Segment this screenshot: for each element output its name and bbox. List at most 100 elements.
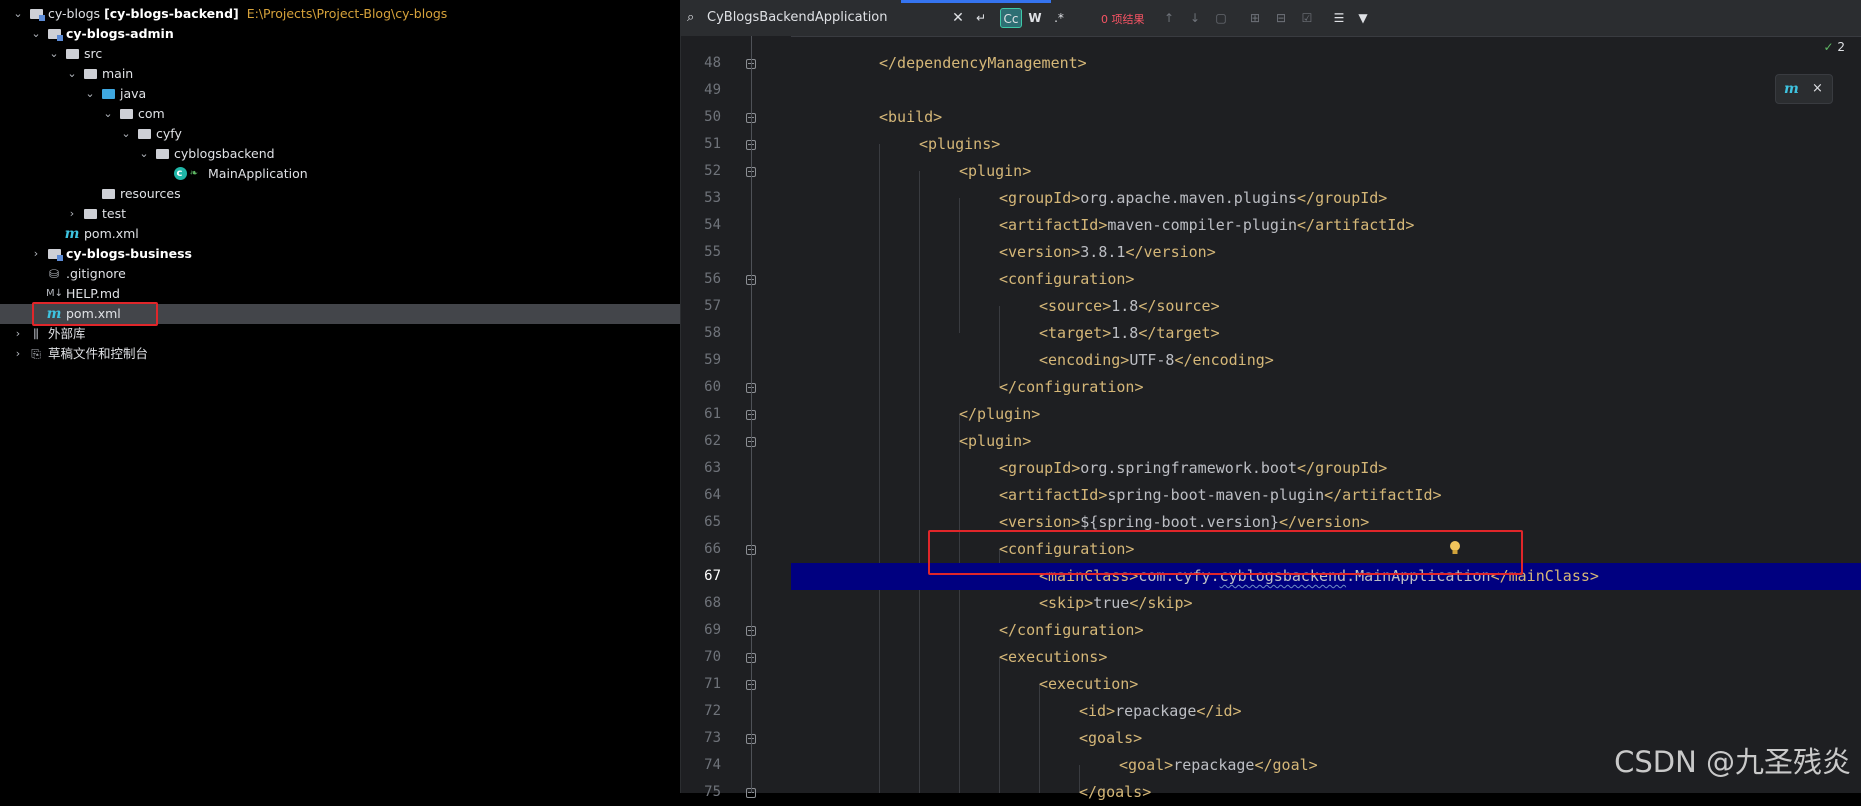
- tree-node-resources[interactable]: resources: [0, 184, 680, 204]
- match-case-button[interactable]: Cc: [1000, 8, 1022, 28]
- tree-node-main-application[interactable]: ❧ MainApplication: [0, 164, 680, 184]
- filter-lines-icon[interactable]: ☰: [1329, 8, 1349, 28]
- filter-icon[interactable]: ▼: [1353, 8, 1373, 28]
- code-line[interactable]: <build>: [791, 104, 1861, 131]
- tree-node-com[interactable]: ⌄ com: [0, 104, 680, 124]
- line-number: 67: [704, 568, 721, 584]
- tree-node-java[interactable]: ⌄ java: [0, 84, 680, 104]
- line-number: 72: [704, 703, 721, 719]
- tree-node-cyfy[interactable]: ⌄ cyfy: [0, 124, 680, 144]
- line-number: 71: [704, 676, 721, 692]
- code-line[interactable]: <artifactId>maven-compiler-plugin</artif…: [791, 212, 1861, 239]
- new-line-icon[interactable]: ↵: [971, 8, 991, 28]
- code-line[interactable]: <source>1.8</source>: [791, 293, 1861, 320]
- java-label: java: [120, 86, 147, 101]
- tree-node-src[interactable]: ⌄ src: [0, 44, 680, 64]
- line-number: 58: [704, 325, 721, 341]
- chevron-down-icon[interactable]: ⌄: [102, 104, 114, 124]
- code-line[interactable]: </configuration>: [791, 617, 1861, 644]
- src-label: src: [84, 46, 103, 61]
- code-line[interactable]: <groupId>org.apache.maven.plugins</group…: [791, 185, 1861, 212]
- select-all-occurrences-icon[interactable]: ▢: [1211, 8, 1231, 28]
- chevron-down-icon[interactable]: ⌄: [120, 124, 132, 144]
- chevron-right-icon[interactable]: ›: [12, 344, 24, 364]
- code-line[interactable]: <target>1.8</target>: [791, 320, 1861, 347]
- code-line[interactable]: </dependencyManagement>: [791, 50, 1861, 77]
- code-line[interactable]: <groupId>org.springframework.boot</group…: [791, 455, 1861, 482]
- code-line[interactable]: <version>3.8.1</version>: [791, 239, 1861, 266]
- business-module-label: cy-blogs-business: [66, 246, 192, 261]
- whole-words-button[interactable]: W: [1025, 8, 1045, 28]
- external-libraries-label: 外部库: [48, 326, 86, 341]
- chevron-right-icon[interactable]: ›: [12, 324, 24, 344]
- maven-reload-popup[interactable]: m ×: [1775, 74, 1833, 104]
- add-occurrence-icon[interactable]: ⊞: [1245, 8, 1265, 28]
- chevron-down-icon[interactable]: ⌄: [48, 44, 60, 64]
- line-number: 54: [704, 217, 721, 233]
- select-occurrences-icon[interactable]: ☑: [1297, 8, 1317, 28]
- code-line[interactable]: <plugins>: [791, 131, 1861, 158]
- line-number: 53: [704, 190, 721, 206]
- code-line[interactable]: [791, 77, 1861, 104]
- close-popup-icon[interactable]: ×: [1812, 75, 1823, 103]
- code-line[interactable]: <encoding>UTF-8</encoding>: [791, 347, 1861, 374]
- code-line[interactable]: <skip>true</skip>: [791, 590, 1861, 617]
- chevron-down-icon[interactable]: ⌄: [66, 64, 78, 84]
- tree-node-external-libraries[interactable]: › ⫼ 外部库: [0, 324, 680, 344]
- search-icon: ⌕: [687, 10, 695, 25]
- code-area[interactable]: </dependencyManagement> <build> <plugins> <…: [791, 36, 1861, 801]
- previous-occurrence-icon[interactable]: ↑: [1159, 8, 1179, 28]
- maven-reload-icon[interactable]: m: [1784, 75, 1799, 103]
- regex-button[interactable]: .*: [1049, 8, 1069, 28]
- com-label: com: [138, 106, 165, 121]
- code-line[interactable]: <configuration>: [791, 266, 1861, 293]
- tree-node-root[interactable]: ⌄ cy-blogs [cy-blogs-backend] E:\Projects…: [0, 4, 680, 24]
- line-number: 57: [704, 298, 721, 314]
- chevron-down-icon[interactable]: ⌄: [12, 4, 24, 24]
- tree-node-admin-module[interactable]: ⌄ cy-blogs-admin: [0, 24, 680, 44]
- line-number: 63: [704, 460, 721, 476]
- code-line[interactable]: <executions>: [791, 644, 1861, 671]
- remove-occurrence-icon[interactable]: ⊟: [1271, 8, 1291, 28]
- folder-icon: [64, 44, 80, 64]
- search-tab-indicator: [901, 0, 1051, 3]
- code-line[interactable]: <plugin>: [791, 428, 1861, 455]
- help-md-label: HELP.md: [66, 286, 120, 301]
- search-bar: ⌕ CyBlogsBackendApplication ✕ ↵ Cc W .* …: [681, 0, 1861, 37]
- tree-node-main[interactable]: ⌄ main: [0, 64, 680, 84]
- code-line[interactable]: </plugin>: [791, 401, 1861, 428]
- tree-node-admin-pom[interactable]: m pom.xml: [0, 224, 680, 244]
- chevron-down-icon[interactable]: ⌄: [30, 24, 42, 44]
- code-line[interactable]: <artifactId>spring-boot-maven-plugin</ar…: [791, 482, 1861, 509]
- inspection-widget[interactable]: ✓ 2: [1823, 40, 1845, 54]
- code-line[interactable]: </configuration>: [791, 374, 1861, 401]
- code-line[interactable]: <execution>: [791, 671, 1861, 698]
- watermark: CSDN @九圣残炎: [1614, 745, 1851, 779]
- tree-node-cyblogsbackend[interactable]: ⌄ cyblogsbackend: [0, 144, 680, 164]
- tree-node-business-module[interactable]: › cy-blogs-business: [0, 244, 680, 264]
- root-module-name: [cy-blogs-backend]: [104, 6, 239, 21]
- next-occurrence-icon[interactable]: ↓: [1185, 8, 1205, 28]
- gitignore-icon: ⛁: [48, 267, 60, 281]
- tree-node-help-md[interactable]: M↓ HELP.md: [0, 284, 680, 304]
- line-number: 49: [704, 82, 721, 98]
- chevron-right-icon[interactable]: ›: [30, 244, 42, 264]
- tree-node-scratches[interactable]: › ⎘ 草稿文件和控制台: [0, 344, 680, 364]
- chevron-down-icon[interactable]: ⌄: [138, 144, 150, 164]
- inspection-count: 2: [1837, 40, 1845, 54]
- code-line[interactable]: <plugin>: [791, 158, 1861, 185]
- main-label: main: [102, 66, 134, 81]
- search-input[interactable]: CyBlogsBackendApplication: [707, 10, 888, 25]
- tree-node-test[interactable]: › test: [0, 204, 680, 224]
- code-line[interactable]: <id>repackage</id>: [791, 698, 1861, 725]
- clear-search-icon[interactable]: ✕: [948, 8, 968, 28]
- chevron-right-icon[interactable]: ›: [66, 204, 78, 224]
- gitignore-label: .gitignore: [66, 266, 126, 281]
- line-number: 50: [704, 109, 721, 125]
- line-number: 52: [704, 163, 721, 179]
- tree-node-gitignore[interactable]: ⛁ .gitignore: [0, 264, 680, 284]
- line-number: 65: [704, 514, 721, 530]
- module-folder-icon: [46, 244, 63, 264]
- admin-module-label: cy-blogs-admin: [66, 26, 174, 41]
- chevron-down-icon[interactable]: ⌄: [84, 84, 96, 104]
